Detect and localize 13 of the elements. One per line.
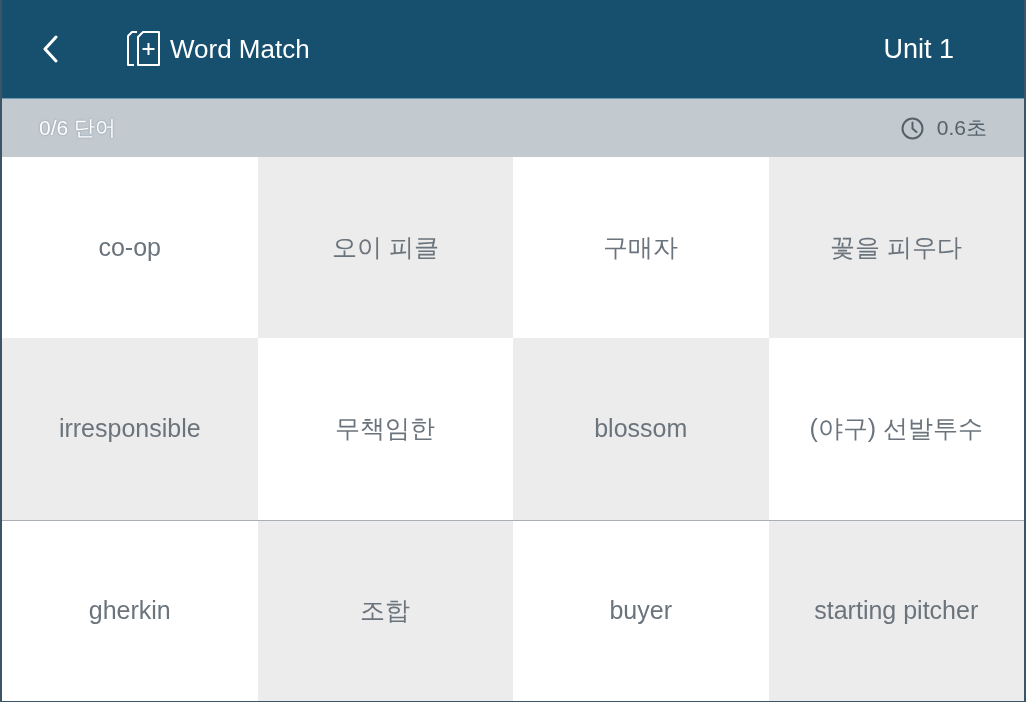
elapsed-time: 0.6초 bbox=[936, 115, 987, 141]
word-card[interactable]: 오이 피클 bbox=[257, 157, 513, 339]
app-title: Word Match bbox=[170, 33, 310, 65]
cards-plus-icon bbox=[125, 31, 161, 67]
clock-icon bbox=[900, 116, 924, 140]
back-icon bbox=[42, 35, 58, 63]
word-card[interactable]: irresponsible bbox=[2, 338, 258, 520]
word-card[interactable]: 조합 bbox=[257, 519, 513, 701]
word-card[interactable]: blossom bbox=[513, 338, 769, 520]
unit-label: Unit 1 bbox=[883, 33, 954, 65]
word-count: 0/6 단어 bbox=[39, 115, 117, 141]
word-card[interactable]: starting pitcher bbox=[768, 519, 1024, 701]
word-card[interactable]: 꽃을 피우다 bbox=[768, 157, 1024, 339]
